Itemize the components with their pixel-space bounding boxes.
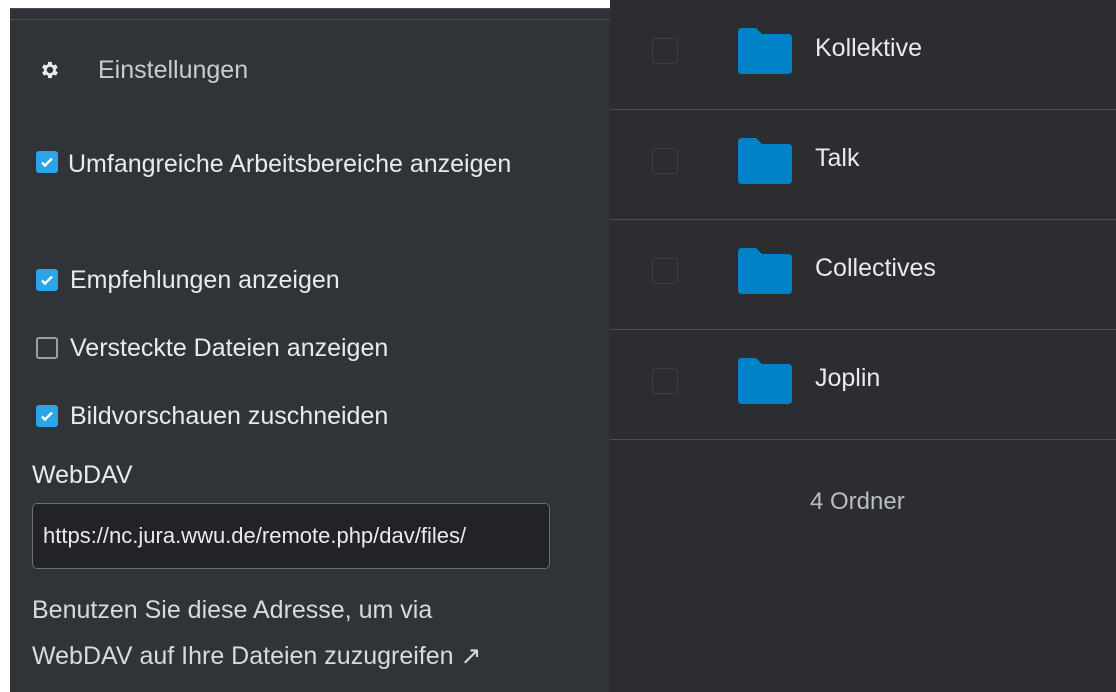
webdav-label: WebDAV [32,461,133,489]
file-name[interactable]: Talk [815,144,859,173]
settings-panel: Einstellungen Umfangreiche Arbeitsbereic… [10,8,610,692]
option-crop-previews[interactable]: Bildvorschauen zuschneiden [36,393,388,439]
folder-icon [738,28,792,74]
file-row[interactable]: Collectives [610,220,1116,330]
gear-icon [38,59,60,81]
file-row[interactable]: Talk [610,110,1116,220]
webdav-url-field[interactable] [32,503,550,569]
option-wide-workspaces[interactable]: Umfangreiche Arbeitsbereiche anzeigen [36,141,556,187]
option-label: Versteckte Dateien anzeigen [70,334,389,362]
webdav-help-link[interactable]: WebDAV auf Ihre Dateien zuzugreifen ↗ [32,642,481,670]
file-name[interactable]: Kollektive [815,34,922,63]
file-name[interactable]: Collectives [815,254,936,283]
checkbox-checked-icon[interactable] [36,405,58,427]
checkbox-checked-icon[interactable] [36,269,58,291]
option-label: Umfangreiche Arbeitsbereiche anzeigen [68,150,512,178]
file-name[interactable]: Joplin [815,364,880,393]
option-label: Bildvorschauen zuschneiden [70,402,389,430]
file-row[interactable]: Kollektive [610,0,1116,110]
folder-icon [738,248,792,294]
file-list: Kollektive Talk Collectives Joplin 4 Ord… [610,0,1116,692]
option-recommendations[interactable]: Empfehlungen anzeigen [36,257,340,303]
folder-icon [738,138,792,184]
folder-icon [738,358,792,404]
option-label: Empfehlungen anzeigen [70,266,340,294]
checkbox-unchecked-icon[interactable] [36,337,58,359]
folder-count-summary: 4 Ordner [810,488,905,515]
row-checkbox[interactable] [652,368,678,394]
file-row[interactable]: Joplin [610,330,1116,440]
webdav-help: Benutzen Sie diese Adresse, um via WebDA… [32,587,592,679]
settings-toggle[interactable]: Einstellungen [38,53,248,87]
row-checkbox[interactable] [652,258,678,284]
settings-label: Einstellungen [98,55,249,84]
row-checkbox[interactable] [652,148,678,174]
checkbox-checked-icon[interactable] [36,151,58,174]
divider [10,19,610,20]
webdav-help-text: Benutzen Sie diese Adresse, um via [32,596,433,624]
option-hidden-files[interactable]: Versteckte Dateien anzeigen [36,325,388,371]
row-checkbox[interactable] [652,38,678,64]
